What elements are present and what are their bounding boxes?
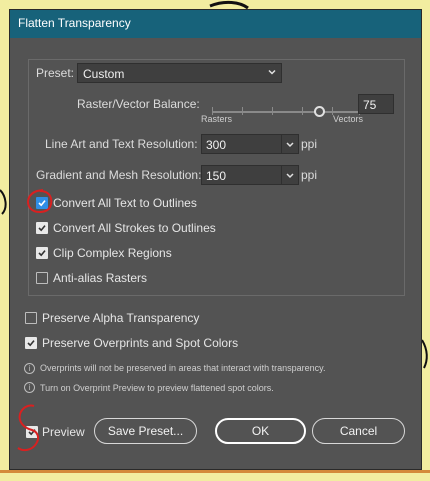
preview-label: Preview	[42, 425, 85, 439]
slider-tick	[242, 107, 243, 115]
info-icon: i	[24, 382, 35, 393]
preset-value: Custom	[83, 67, 125, 81]
gradient-resolution-value: 150	[206, 169, 227, 183]
preview-checkbox[interactable]	[26, 426, 38, 438]
ok-button[interactable]: OK	[215, 418, 306, 444]
overprint-note: Overprints will not be preserved in area…	[40, 363, 326, 373]
line-art-unit: ppi	[301, 137, 318, 151]
clip-complex-regions-label: Clip Complex Regions	[53, 246, 172, 260]
checkmark-icon	[38, 250, 46, 257]
preset-label: Preset:	[36, 66, 75, 80]
gradient-resolution-field[interactable]: 150	[201, 165, 282, 185]
balance-slider-thumb[interactable]	[314, 106, 325, 117]
preview-note: Turn on Overprint Preview to preview fla…	[40, 383, 274, 393]
balance-slider-track[interactable]	[212, 111, 360, 113]
preset-dropdown[interactable]: Custom	[77, 63, 282, 83]
line-art-resolution-field[interactable]: 300	[201, 134, 282, 154]
balance-label: Raster/Vector Balance:	[77, 97, 200, 111]
vectors-label: Vectors	[333, 114, 364, 124]
chevron-down-icon	[268, 69, 276, 75]
dialog-titlebar[interactable]: Flatten Transparency	[10, 10, 421, 38]
line-art-resolution-label: Line Art and Text Resolution:	[45, 137, 198, 151]
convert-strokes-outlines-checkbox[interactable]	[36, 222, 48, 234]
gradient-resolution-combo[interactable]: 150	[201, 165, 299, 185]
flatten-transparency-dialog: Flatten Transparency Preset: Custom Rast…	[9, 9, 422, 470]
convert-strokes-outlines-label: Convert All Strokes to Outlines	[53, 221, 216, 235]
line-art-resolution-combo[interactable]: 300	[201, 134, 299, 154]
convert-text-outlines-checkbox[interactable]	[36, 197, 48, 209]
info-icon: i	[24, 363, 35, 374]
cancel-button[interactable]: Cancel	[312, 418, 405, 444]
preserve-overprints-checkbox[interactable]	[25, 337, 37, 349]
slider-tick	[302, 107, 303, 115]
preserve-overprints-label: Preserve Overprints and Spot Colors	[42, 336, 239, 350]
preserve-alpha-label: Preserve Alpha Transparency	[42, 311, 200, 325]
checkmark-icon	[38, 225, 46, 232]
anti-alias-rasters-label: Anti-alias Rasters	[53, 271, 148, 285]
save-preset-button[interactable]: Save Preset...	[94, 418, 197, 444]
dialog-title: Flatten Transparency	[18, 16, 131, 30]
balance-value: 75	[363, 98, 377, 112]
checkmark-icon	[27, 340, 35, 347]
balance-value-field[interactable]: 75	[358, 94, 394, 114]
convert-text-outlines-label: Convert All Text to Outlines	[53, 196, 197, 210]
preserve-alpha-checkbox[interactable]	[25, 312, 37, 324]
gradient-resolution-label: Gradient and Mesh Resolution:	[36, 168, 202, 182]
chevron-down-icon	[286, 142, 294, 148]
checkmark-icon	[28, 429, 36, 436]
slider-tick	[272, 107, 273, 115]
chevron-down-icon	[286, 173, 294, 179]
checkmark-icon	[38, 200, 46, 207]
gradient-unit: ppi	[301, 168, 318, 182]
clip-complex-regions-checkbox[interactable]	[36, 247, 48, 259]
gradient-resolution-dropdown-button[interactable]	[282, 165, 299, 185]
line-art-resolution-dropdown-button[interactable]	[282, 134, 299, 154]
line-art-resolution-value: 300	[206, 138, 227, 152]
rasters-label: Rasters	[201, 114, 233, 124]
anti-alias-rasters-checkbox[interactable]	[36, 272, 48, 284]
